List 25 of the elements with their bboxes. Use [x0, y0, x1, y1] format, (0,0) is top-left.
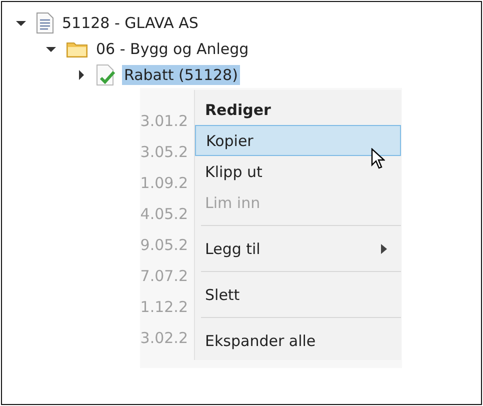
date-text: 3.02.2	[140, 328, 188, 349]
collapse-caret-icon[interactable]	[46, 44, 56, 54]
menu-item[interactable]: Rediger	[195, 94, 401, 125]
date-text: 9.05.2	[140, 235, 188, 256]
date-text: 3.01.2	[140, 111, 188, 132]
date-text: 7.07.2	[140, 266, 188, 287]
mouse-cursor-icon	[371, 148, 385, 170]
date-text: 1.09.2	[140, 173, 188, 194]
menu-item[interactable]: Legg til	[195, 233, 401, 264]
document-icon	[36, 12, 54, 34]
tree-item[interactable]: 06 - Bygg og Anlegg	[94, 39, 251, 59]
collapse-caret-icon[interactable]	[16, 18, 26, 28]
tree-item[interactable]: 51128 - GLAVA AS	[60, 13, 200, 33]
submenu-arrow-icon	[381, 244, 387, 254]
menu-item[interactable]: Klipp ut	[195, 156, 401, 187]
date-text: 1.12.2	[140, 297, 188, 318]
date-text: 3.05.2	[140, 142, 188, 163]
menu-item[interactable]: Slett	[195, 279, 401, 310]
expand-caret-icon[interactable]	[76, 70, 86, 80]
folder-icon	[66, 40, 88, 58]
tree-item[interactable]: Rabatt (51128)	[122, 65, 240, 85]
date-text: 4.05.2	[140, 204, 188, 225]
menu-item[interactable]: Kopier	[195, 125, 401, 156]
menu-item[interactable]: Ekspander alle	[195, 325, 401, 356]
document-check-icon	[96, 64, 116, 86]
